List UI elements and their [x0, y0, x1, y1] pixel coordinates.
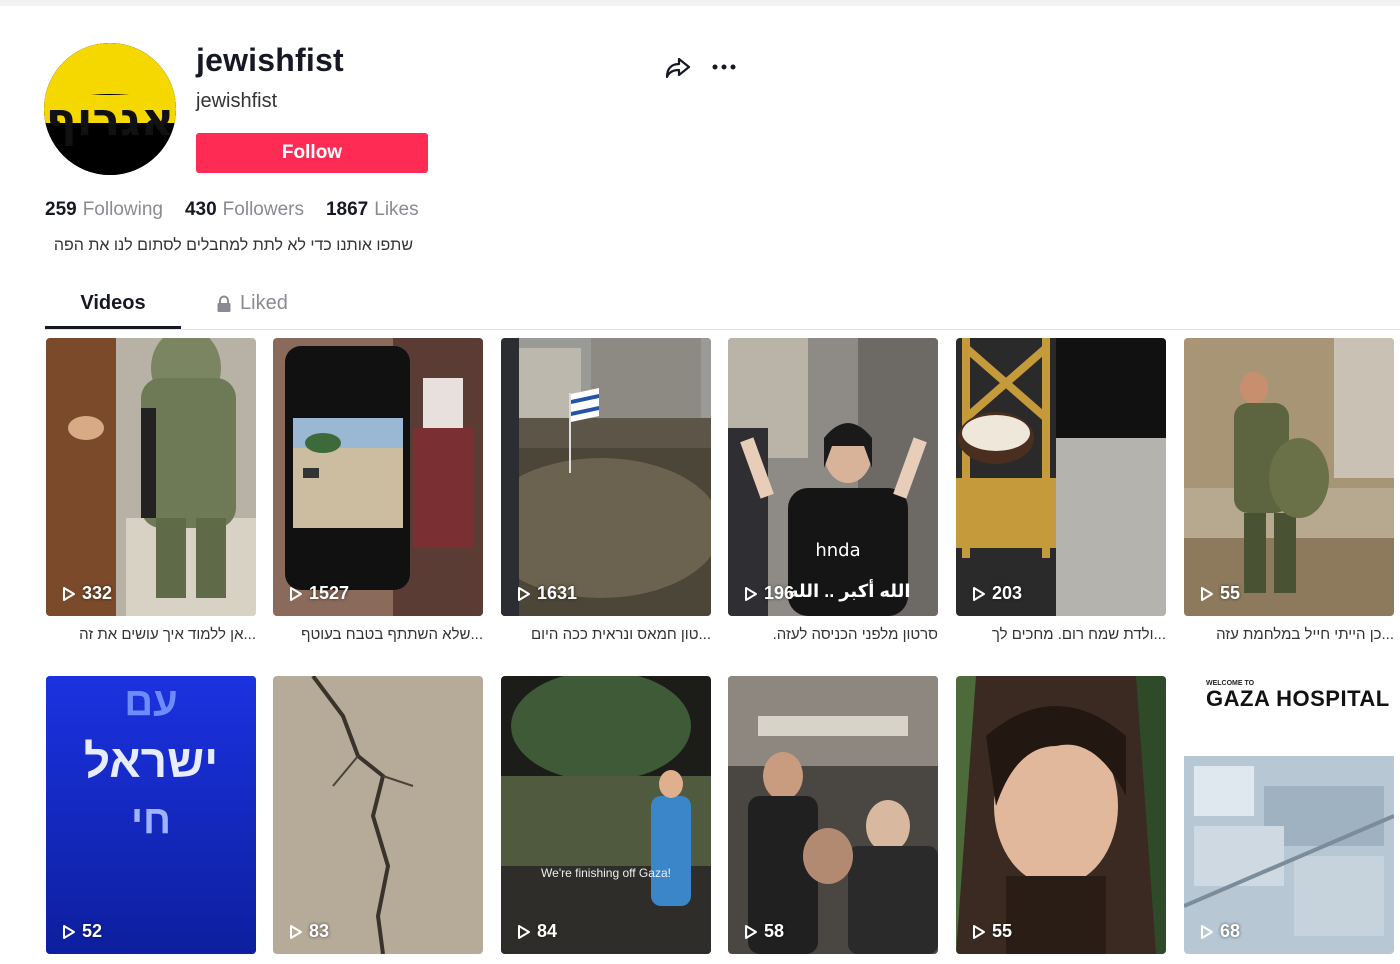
- stat-value: 1867: [325, 199, 369, 220]
- video-caption[interactable]: ...אן ללמוד איך עושים את זה: [46, 626, 256, 643]
- play-icon: [973, 586, 985, 601]
- video-tile[interactable]: 1631: [501, 338, 711, 616]
- view-count: 196: [744, 583, 794, 604]
- video-caption[interactable]: ...טון חמאס ונראית ככה היום: [501, 626, 711, 643]
- stat-likes: 1867 Likes: [326, 199, 419, 221]
- username: jewishfist: [196, 42, 344, 78]
- tab-liked-label: Liked: [240, 292, 288, 314]
- svg-text:hnda: hnda: [815, 540, 860, 561]
- tab-videos[interactable]: Videos: [45, 292, 181, 315]
- video-caption[interactable]: ...שלא השתתף בטבח בעוטף: [273, 626, 483, 643]
- view-count: 1527: [289, 583, 349, 604]
- tab-divider: [45, 329, 1400, 330]
- video-caption[interactable]: ...ולדת שמח רום. מחכים לך: [956, 626, 1166, 643]
- view-count-value: 83: [309, 921, 330, 941]
- view-count-value: 1631: [537, 583, 578, 603]
- video-tile[interactable]: עם ישראל חי 52: [46, 676, 256, 954]
- view-count-value: 52: [82, 921, 103, 941]
- play-icon: [518, 924, 530, 939]
- view-count-value: 203: [992, 583, 1023, 603]
- view-count: 84: [517, 921, 557, 942]
- play-icon: [290, 924, 302, 939]
- view-count: 58: [744, 921, 784, 942]
- more-icon[interactable]: [710, 60, 738, 74]
- video-tile[interactable]: 58: [728, 676, 938, 954]
- play-icon: [518, 586, 530, 601]
- nickname: jewishfist: [196, 90, 278, 112]
- video-overlay-line: עם: [124, 680, 178, 724]
- view-count-value: 55: [992, 921, 1013, 941]
- video-tile[interactable]: 203: [956, 338, 1166, 616]
- view-count-value: 58: [764, 921, 785, 941]
- video-tile[interactable]: We're finishing off Gaza! 84: [501, 676, 711, 954]
- view-count: 52: [62, 921, 102, 942]
- video-tile[interactable]: 55: [956, 676, 1166, 954]
- video-caption[interactable]: ...כן הייתי חייל במלחמת עזה: [1184, 626, 1394, 643]
- video-overlay-text: We're finishing off Gaza!: [541, 866, 671, 880]
- profile-bio: שתפו אותנו כדי לא לתת למחבלים לסתום לנו …: [53, 237, 413, 254]
- video-tile[interactable]: 83: [273, 676, 483, 954]
- video-overlay-line: ישראל: [83, 735, 219, 787]
- video-overlay-text: GAZA HOSPITAL: [1206, 686, 1390, 711]
- stat-label: Likes: [374, 199, 419, 220]
- play-icon: [973, 924, 985, 939]
- view-count-value: 196: [764, 583, 795, 603]
- view-count: 55: [1200, 583, 1240, 604]
- video-tile[interactable]: 1527: [273, 338, 483, 616]
- play-icon: [63, 586, 75, 601]
- avatar-text: אגרוף: [46, 92, 175, 146]
- view-count-value: 1527: [309, 583, 350, 603]
- top-divider: [0, 0, 1400, 6]
- share-icon[interactable]: [664, 54, 692, 82]
- video-tile[interactable]: WELCOME TO GAZA HOSPITAL 68: [1184, 676, 1394, 954]
- video-overlay-text: الله أكبر .. الله: [788, 581, 911, 601]
- video-overlay-line: חי: [130, 798, 172, 842]
- play-icon: [290, 586, 302, 601]
- view-count: 83: [289, 921, 329, 942]
- profile-stats: 259 Following 430 Followers 1867 Likes: [45, 199, 441, 221]
- view-count: 1631: [517, 583, 577, 604]
- view-count-value: 55: [1220, 583, 1241, 603]
- view-count: 68: [1200, 921, 1240, 942]
- view-count-value: 68: [1220, 921, 1241, 941]
- view-count: 55: [972, 921, 1012, 942]
- avatar[interactable]: אגרוף: [44, 43, 176, 175]
- view-count: 203: [972, 583, 1022, 604]
- play-icon: [745, 586, 757, 601]
- play-icon: [1201, 924, 1213, 939]
- view-count-value: 332: [82, 583, 113, 603]
- stat-value: 259: [45, 199, 77, 220]
- tab-liked[interactable]: Liked: [216, 292, 288, 315]
- stat-following[interactable]: 259 Following: [45, 199, 163, 221]
- play-icon: [63, 924, 75, 939]
- play-icon: [745, 924, 757, 939]
- view-count: 332: [62, 583, 112, 604]
- stat-label: Followers: [222, 199, 304, 220]
- video-tile[interactable]: hnda الله أكبر .. الله 196: [728, 338, 938, 616]
- view-count-value: 84: [537, 921, 558, 941]
- lock-icon: [217, 295, 231, 312]
- follow-button[interactable]: Follow: [196, 133, 428, 173]
- video-tile[interactable]: 332: [46, 338, 256, 616]
- stat-followers[interactable]: 430 Followers: [185, 199, 304, 221]
- video-tile[interactable]: 55: [1184, 338, 1394, 616]
- play-icon: [1201, 586, 1213, 601]
- stat-label: Following: [82, 199, 163, 220]
- stat-value: 430: [184, 199, 217, 220]
- video-caption[interactable]: סרטון מלפני הכניסה לעזה.: [728, 626, 938, 643]
